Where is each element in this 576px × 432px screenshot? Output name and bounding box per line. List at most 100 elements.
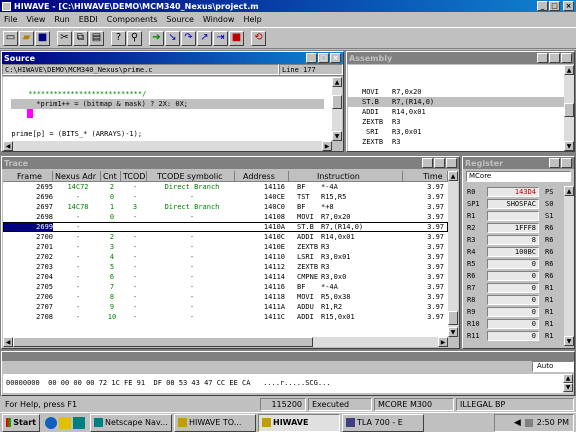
register-row[interactable]: R10 0 R1 (465, 318, 565, 330)
task-netscape[interactable]: Netscape Nav... (90, 413, 172, 432)
trace-row[interactable]: 2700 - 2 - - 1410C ADDI R14,0x01 3.97 (3, 232, 448, 242)
minimize-button[interactable]: _ (537, 1, 548, 11)
source-maximize-button[interactable]: □ (318, 53, 329, 63)
scroll-down-arrow-icon[interactable]: ▼ (564, 336, 574, 346)
scroll-up-arrow-icon[interactable]: ▲ (563, 374, 573, 383)
register-row[interactable]: R11 0 R1 (465, 330, 565, 342)
assembly-minimize-button[interactable]: _ (537, 53, 548, 63)
register-row[interactable]: R1 S1 (465, 210, 565, 222)
register-value[interactable]: SHOSFAC (487, 199, 539, 209)
copy-icon[interactable]: ⧉ (73, 30, 88, 46)
register-row[interactable]: R5 0 R6 (465, 258, 565, 270)
source-code-area[interactable]: ***************************/ *prim1++ = … (3, 77, 332, 141)
register-minimize-button[interactable]: _ (549, 158, 560, 168)
assembly-vertical-scrollbar[interactable]: ▲ ▼ (564, 65, 574, 151)
assembly-close-button[interactable]: × (561, 53, 572, 63)
assembly-title-bar[interactable]: Assembly _ □ × (347, 52, 574, 64)
register-row[interactable]: R2 1FFF8 R6 (465, 222, 565, 234)
start-button[interactable]: Start (2, 413, 40, 432)
trace-col-tcode-symbolic[interactable]: TCODE symbolic (147, 171, 235, 182)
menu-run[interactable]: Run (54, 15, 69, 24)
trace-row[interactable]: 2698 - 0 - - 14108 MOVI R7,0x20 3.97 (3, 212, 448, 222)
menu-components[interactable]: Components (107, 15, 158, 24)
register-row[interactable]: R4 100BC R6 (465, 246, 565, 258)
trace-minimize-button[interactable]: _ (422, 158, 433, 168)
source-vertical-scrollbar[interactable]: ▲ ▼ (332, 77, 342, 141)
register-row[interactable]: R3 8 R6 (465, 234, 565, 246)
scroll-down-arrow-icon[interactable]: ▼ (564, 141, 574, 151)
assembly-code-area[interactable]: MOVI R7,0x20 ST.B R7,(R14,0) ADDI R14,0x01 … (348, 65, 564, 151)
menu-view[interactable]: View (26, 15, 45, 24)
memory-vertical-scrollbar[interactable]: ▲ ▼ (563, 374, 573, 393)
register-value[interactable]: 8 (487, 235, 539, 245)
menu-ebdi[interactable]: EBDI (79, 15, 98, 24)
register-row[interactable]: SP1 SHOSFAC S0 (465, 198, 565, 210)
trace-row[interactable]: 2697 14C78 1 3 Direct Branch 140C0 BF *+8 3.97 (3, 202, 448, 212)
register-row[interactable]: R7 0 R1 (465, 282, 565, 294)
trace-row[interactable]: 2703 - 5 - - 14112 ZEXTB R3 3.97 (3, 262, 448, 272)
reset-icon[interactable]: ⟲ (251, 30, 266, 46)
register-value[interactable]: 100BC (487, 247, 539, 257)
memory-mode-label[interactable]: Auto (532, 361, 574, 372)
maximize-button[interactable]: □ (549, 1, 560, 11)
trace-row[interactable]: 2695 14C72 2 - Direct Branch 14116 BF *-4A 3.97 (3, 182, 448, 192)
trace-row[interactable]: 2708 - 10 - - 1411C ADDI R15,0x01 3.97 (3, 312, 448, 322)
scroll-up-arrow-icon[interactable]: ▲ (564, 65, 574, 75)
register-row[interactable]: R9 0 R1 (465, 306, 565, 318)
volume-icon[interactable]: ◀ (514, 418, 521, 428)
trace-col-frame[interactable]: Frame (3, 171, 53, 182)
step-out-icon[interactable]: ↗ (197, 30, 212, 46)
scroll-left-arrow-icon[interactable]: ◀ (3, 141, 13, 151)
task-hiwave-to[interactable]: HIWAVE TO... (174, 413, 256, 432)
register-row[interactable]: R0 143D4 PS (465, 186, 565, 198)
trace-row[interactable]: 2701 - 3 - - 1410E ZEXTB R3 3.97 (3, 242, 448, 252)
trace-col-address[interactable]: Address (235, 171, 289, 182)
go-icon[interactable]: ➔ (149, 30, 164, 46)
register-value[interactable]: 143D4 (487, 187, 539, 197)
memory-title-bar[interactable] (2, 352, 574, 361)
find-icon[interactable]: ⚲ (127, 30, 142, 46)
run-to-icon[interactable]: ⇥ (213, 30, 228, 46)
scroll-right-arrow-icon[interactable]: ▶ (438, 337, 448, 347)
scroll-down-arrow-icon[interactable]: ▼ (332, 131, 342, 141)
close-button[interactable]: × (563, 1, 574, 11)
trace-close-button[interactable]: × (446, 158, 457, 168)
scroll-thumb[interactable] (332, 95, 342, 109)
step-into-icon[interactable]: ↘ (165, 30, 180, 46)
scroll-right-arrow-icon[interactable]: ▶ (322, 141, 332, 151)
scroll-down-arrow-icon[interactable]: ▼ (448, 327, 458, 337)
register-value[interactable]: 0 (487, 295, 539, 305)
step-over-icon[interactable]: ↷ (181, 30, 196, 46)
trace-maximize-button[interactable]: □ (434, 158, 445, 168)
stop-icon[interactable]: ■ (229, 30, 244, 46)
menu-file[interactable]: File (4, 15, 17, 24)
assembly-maximize-button[interactable]: □ (549, 53, 560, 63)
scroll-up-arrow-icon[interactable]: ▲ (564, 186, 574, 196)
save-icon[interactable]: ■ (35, 30, 50, 46)
trace-col-nexus-adr[interactable]: Nexus Adr (53, 171, 101, 182)
scroll-thumb[interactable] (564, 103, 574, 117)
breakpoint-marker-icon[interactable] (27, 109, 33, 118)
scroll-thumb[interactable] (448, 311, 458, 325)
register-row[interactable]: R8 0 R1 (465, 294, 565, 306)
register-value[interactable]: 0 (487, 331, 539, 341)
trace-col-time[interactable]: Time (403, 171, 448, 182)
menu-window[interactable]: Window (203, 15, 235, 24)
register-vertical-scrollbar[interactable]: ▲ ▼ (564, 186, 574, 346)
scroll-left-arrow-icon[interactable]: ◀ (3, 337, 13, 347)
trace-row[interactable]: 2696 - 0 - - 140CE TST R15,R5 3.97 (3, 192, 448, 202)
scroll-down-arrow-icon[interactable]: ▼ (563, 383, 573, 392)
task-hiwave-active[interactable]: HIWAVE (258, 413, 340, 432)
outlook-icon[interactable] (59, 416, 71, 429)
source-horizontal-scrollbar[interactable]: ◀ ▶ (3, 141, 332, 151)
register-value[interactable]: 0 (487, 271, 539, 281)
menu-help[interactable]: Help (243, 15, 261, 24)
register-value[interactable]: 0 (487, 307, 539, 317)
trace-col-instruction[interactable]: Instruction (289, 171, 403, 182)
register-close-button[interactable]: × (561, 158, 572, 168)
scroll-up-arrow-icon[interactable]: ▲ (332, 77, 342, 87)
network-icon[interactable] (524, 418, 533, 427)
register-value[interactable]: 0 (487, 259, 539, 269)
open-folder-icon[interactable]: ▰ (19, 30, 34, 46)
scroll-up-arrow-icon[interactable]: ▲ (448, 171, 458, 181)
